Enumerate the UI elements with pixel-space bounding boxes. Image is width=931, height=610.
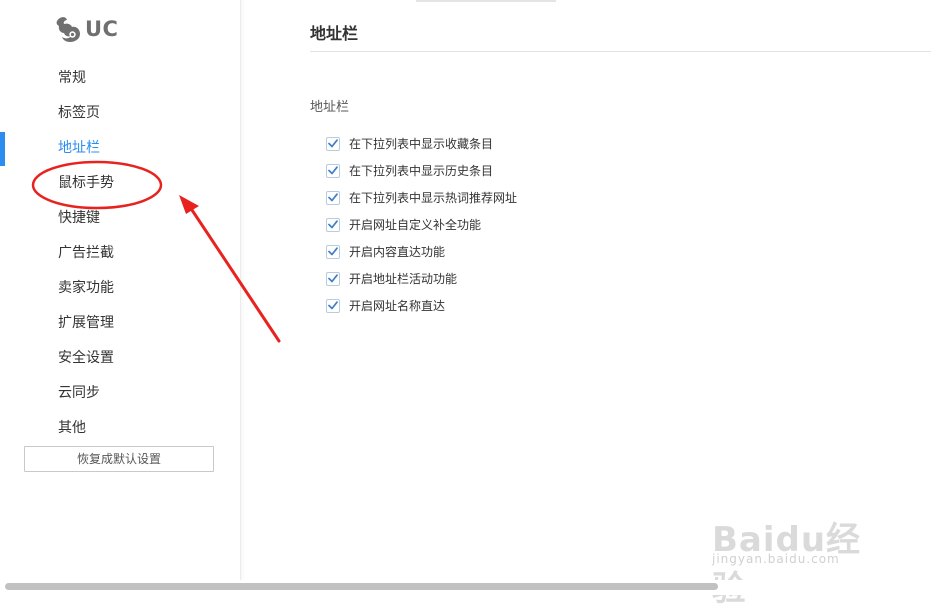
option-show-hot-words[interactable]: 在下拉列表中显示热词推荐网址 [326, 184, 517, 211]
checkmark-icon [328, 301, 338, 310]
sidebar-item-label: 鼠标手势 [58, 175, 114, 191]
sidebar-item-label: 快捷键 [58, 210, 100, 226]
sidebar-item-seller-tools[interactable]: 卖家功能 [0, 271, 240, 306]
checkbox[interactable] [326, 190, 340, 205]
settings-sidebar: UC 常规 标签页 地址栏 鼠标手势 快捷键 广告拦截 卖家功能 扩展管理 安全… [0, 0, 241, 580]
checkbox[interactable] [326, 217, 340, 232]
checkbox[interactable] [326, 244, 340, 259]
checkbox[interactable] [326, 298, 340, 313]
sidebar-item-label: 地址栏 [58, 140, 100, 156]
address-bar-options: 在下拉列表中显示收藏条目 在下拉列表中显示历史条目 在下拉列表中显示热词推荐网址… [326, 130, 517, 319]
option-content-direct[interactable]: 开启内容直达功能 [326, 238, 517, 265]
sidebar-item-label: 其他 [58, 420, 86, 436]
horizontal-scrollbar[interactable] [0, 580, 931, 595]
checkmark-icon [328, 166, 338, 175]
option-label: 开启网址名称直达 [349, 299, 446, 313]
sidebar-item-tabs[interactable]: 标签页 [0, 96, 240, 131]
sidebar-item-security[interactable]: 安全设置 [0, 341, 240, 376]
scrollbar-thumb[interactable] [5, 583, 718, 590]
option-label: 开启网址自定义补全功能 [349, 218, 482, 232]
option-label: 开启地址栏活动功能 [349, 272, 458, 286]
sidebar-item-other[interactable]: 其他 [0, 411, 240, 446]
sidebar-item-ad-block[interactable]: 广告拦截 [0, 236, 240, 271]
section-heading: 地址栏 [310, 100, 350, 115]
sidebar-item-label: 标签页 [58, 105, 100, 121]
option-url-name-direct[interactable]: 开启网址名称直达 [326, 292, 517, 319]
page-title: 地址栏 [310, 24, 359, 43]
logo-text: UC [85, 17, 119, 41]
checkmark-icon [328, 247, 338, 256]
checkmark-icon [328, 139, 338, 148]
checkbox[interactable] [326, 163, 340, 178]
sidebar-item-mouse-gestures[interactable]: 鼠标手势 [0, 166, 240, 201]
option-label: 开启内容直达功能 [349, 245, 446, 259]
sidebar-item-label: 常规 [58, 70, 86, 86]
option-url-autocomplete[interactable]: 开启网址自定义补全功能 [326, 211, 517, 238]
checkmark-icon [328, 220, 338, 229]
sidebar-item-cloud-sync[interactable]: 云同步 [0, 376, 240, 411]
title-divider [310, 51, 931, 52]
sidebar-item-label: 安全设置 [58, 350, 114, 366]
sidebar-item-general[interactable]: 常规 [0, 61, 240, 96]
uc-squirrel-logo-icon [56, 17, 80, 42]
sidebar-nav: 常规 标签页 地址栏 鼠标手势 快捷键 广告拦截 卖家功能 扩展管理 安全设置 … [0, 61, 240, 446]
settings-main-panel: 地址栏 地址栏 在下拉列表中显示收藏条目 在下拉列表中显示历史条目 在下拉列表中… [241, 0, 931, 580]
checkmark-icon [328, 193, 338, 202]
option-address-bar-activities[interactable]: 开启地址栏活动功能 [326, 265, 517, 292]
sidebar-item-extensions[interactable]: 扩展管理 [0, 306, 240, 341]
option-label: 在下拉列表中显示历史条目 [349, 164, 494, 178]
sidebar-item-shortcuts[interactable]: 快捷键 [0, 201, 240, 236]
option-show-history[interactable]: 在下拉列表中显示历史条目 [326, 157, 517, 184]
sidebar-item-label: 云同步 [58, 385, 100, 401]
checkbox[interactable] [326, 136, 340, 151]
sidebar-item-label: 扩展管理 [58, 315, 114, 331]
option-show-bookmarks[interactable]: 在下拉列表中显示收藏条目 [326, 130, 517, 157]
sidebar-item-label: 卖家功能 [58, 280, 114, 296]
sidebar-item-address-bar[interactable]: 地址栏 [0, 131, 240, 166]
checkbox[interactable] [326, 271, 340, 286]
uc-logo: UC [54, 14, 118, 44]
option-label: 在下拉列表中显示热词推荐网址 [349, 191, 518, 205]
reset-defaults-button[interactable]: 恢复成默认设置 [24, 446, 214, 472]
checkmark-icon [328, 274, 338, 283]
option-label: 在下拉列表中显示收藏条目 [349, 137, 494, 151]
sidebar-item-label: 广告拦截 [58, 245, 114, 261]
